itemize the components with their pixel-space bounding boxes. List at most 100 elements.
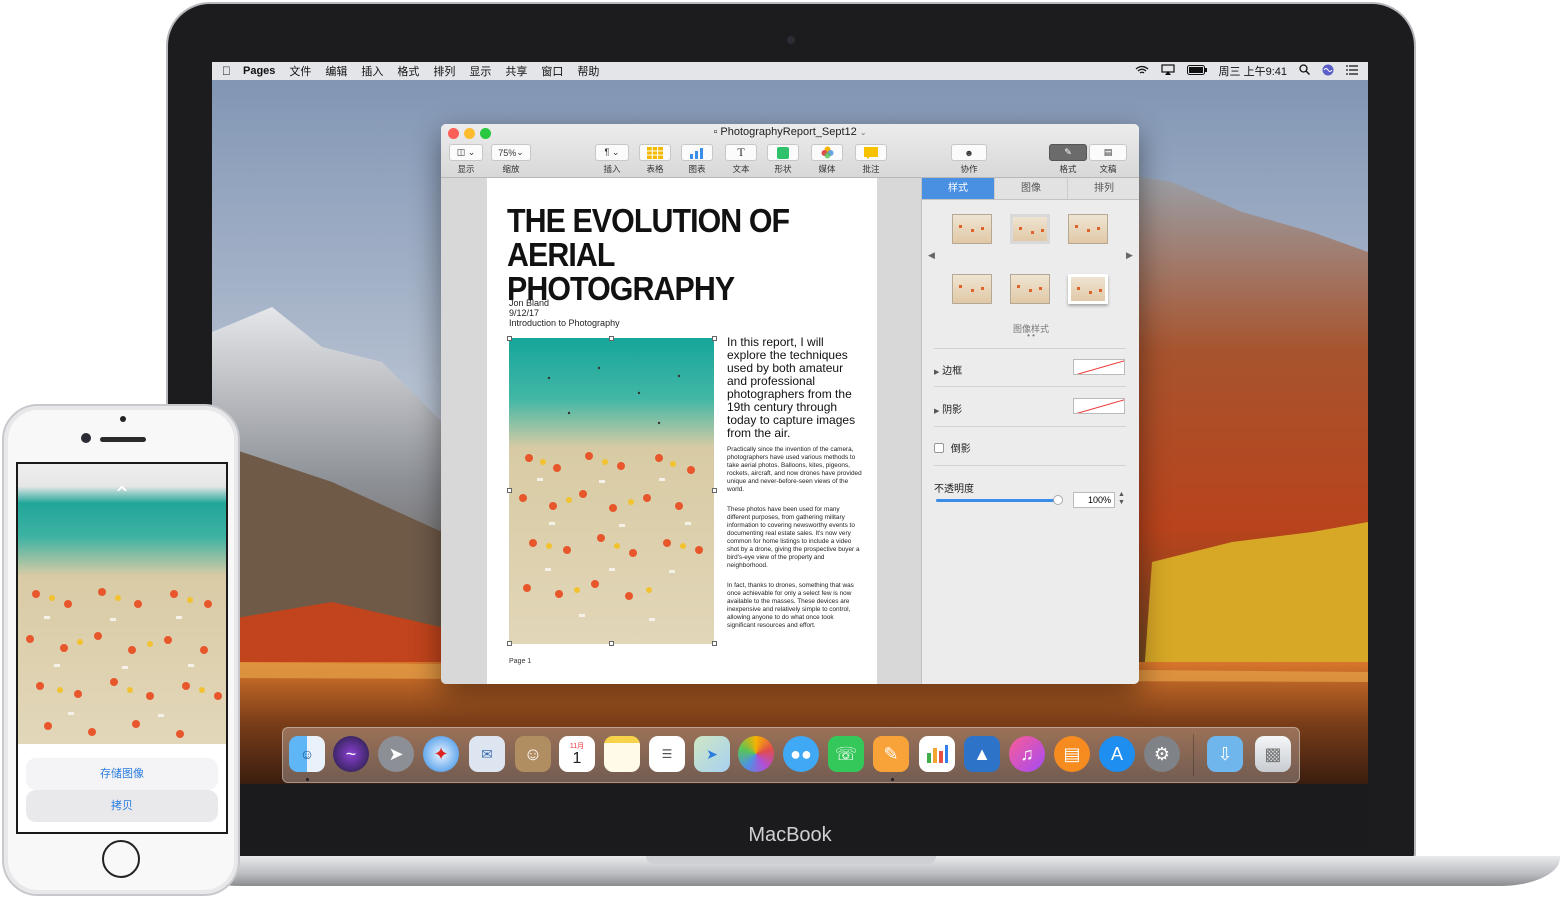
opacity-field[interactable]: 100% [1073,492,1115,508]
tab-arrange[interactable]: 排列 [1068,178,1139,199]
photos-icon[interactable] [738,736,774,772]
document-canvas[interactable]: THE EVOLUTION OF AERIAL PHOTOGRAPHY Jon … [441,178,921,684]
format-button[interactable]: ✎ 格式 [1049,144,1087,175]
selection-handle[interactable] [712,488,717,493]
intro-paragraph[interactable]: In this report, I will explore the techn… [727,336,862,440]
menu-edit[interactable]: 编辑 [325,63,347,79]
document-button[interactable]: ▤ 文稿 [1089,144,1127,175]
tab-style[interactable]: 样式 [922,178,995,199]
border-swatch[interactable] [1073,359,1125,375]
messages-icon[interactable]: ●● [783,736,819,772]
list-icon[interactable] [1346,64,1358,78]
apple-icon[interactable]:  [222,64,231,78]
chart-button[interactable]: 图表 [681,144,713,175]
image-style-thumb[interactable] [1010,274,1050,304]
facetime-icon[interactable]: ☏ [828,736,864,772]
siri-icon[interactable]: ~ [333,736,369,772]
dock: ☺ ~ ➤ ✦ ✉ ☺ 11月 1 ☰ ➤ ●● ☏ ✎ ▲ ♫ ▤ A ⚙ ⇩… [282,727,1300,783]
search-icon[interactable] [1299,64,1310,78]
chevron-down-icon[interactable]: ⌄ [860,128,867,137]
course[interactable]: Introduction to Photography [509,318,620,328]
safari-icon[interactable]: ✦ [423,736,459,772]
menu-app-name[interactable]: Pages [243,65,275,77]
selection-handle[interactable] [712,336,717,341]
chevron-left-icon[interactable]: ◀ [928,250,935,261]
menu-file[interactable]: 文件 [289,63,311,79]
zoom-button[interactable]: 75% ⌄ 缩放 [491,144,531,175]
stepper-icon[interactable]: ▲ ▼ [1118,491,1125,507]
chevron-right-icon[interactable]: ▶ [1126,250,1133,261]
aerial-beach-photo-preview[interactable]: ⌃ [18,464,226,744]
text-button[interactable]: T 文本 [725,144,757,175]
mail-icon[interactable]: ✉ [469,736,505,772]
numbers-icon[interactable] [919,736,955,772]
body-paragraph[interactable]: In fact, thanks to drones, something tha… [727,582,862,630]
menu-share[interactable]: 共享 [505,63,527,79]
shadow-swatch[interactable] [1073,398,1125,414]
chevron-up-icon[interactable]: ⌃ [104,482,140,508]
ibooks-icon[interactable]: ▤ [1054,736,1090,772]
menu-clock[interactable]: 周三 上午9:41 [1219,63,1287,79]
app-store-icon[interactable]: A [1099,736,1135,772]
trash-icon[interactable]: ▩ [1255,736,1291,772]
selection-handle[interactable] [609,336,614,341]
selection-handle[interactable] [712,641,717,646]
image-style-thumb[interactable] [1068,274,1108,304]
image-style-thumb[interactable] [1068,214,1108,244]
body-paragraph[interactable]: Practically since the invention of the c… [727,446,862,494]
menu-window[interactable]: 窗口 [541,63,563,79]
selection-handle[interactable] [507,336,512,341]
contacts-icon[interactable]: ☺ [515,736,551,772]
menu-view[interactable]: 显示 [469,63,491,79]
battery-icon[interactable] [1186,64,1207,78]
document-page[interactable]: THE EVOLUTION OF AERIAL PHOTOGRAPHY Jon … [487,178,877,684]
comment-button[interactable]: 批注 [855,144,887,175]
opacity-slider[interactable] [936,495,1063,505]
opacity-slider-knob[interactable] [1053,495,1063,505]
page-dots[interactable]: • • [922,331,1139,340]
home-button[interactable] [102,840,140,878]
system-preferences-icon[interactable]: ⚙ [1144,736,1180,772]
copy-button[interactable]: 拷贝 [26,790,218,822]
body-paragraph[interactable]: These photos have been used for many dif… [727,506,862,570]
menu-arrange[interactable]: 排列 [433,63,455,79]
image-style-thumb[interactable] [1010,214,1050,244]
image-style-thumb[interactable] [952,214,992,244]
text-icon: T [725,144,757,161]
reflection-checkbox[interactable] [934,443,944,453]
author[interactable]: Jon Bland [509,298,549,308]
itunes-icon[interactable]: ♫ [1009,736,1045,772]
keynote-icon[interactable]: ▲ [964,736,1000,772]
downloads-icon[interactable]: ⇩ [1207,736,1243,772]
menu-insert[interactable]: 插入 [361,63,383,79]
airplay-icon[interactable] [1160,64,1175,78]
shape-button[interactable]: 形状 [767,144,799,175]
siri-icon[interactable] [1322,64,1334,79]
menu-format[interactable]: 格式 [397,63,419,79]
selection-handle[interactable] [609,641,614,646]
border-row[interactable]: ▶ 边框 [934,362,962,377]
wifi-icon[interactable] [1135,65,1149,78]
reminders-icon[interactable]: ☰ [649,736,685,772]
shadow-row[interactable]: ▶ 阴影 [934,401,962,416]
calendar-icon[interactable]: 11月 1 [559,736,595,772]
media-button[interactable]: 媒体 [811,144,843,175]
view-button[interactable]: ◫ ⌄ 显示 [449,144,483,175]
notes-icon[interactable] [604,736,640,772]
maps-icon[interactable]: ➤ [694,736,730,772]
table-button[interactable]: 表格 [639,144,671,175]
pages-icon[interactable]: ✎ [873,736,909,772]
finder-icon[interactable]: ☺ [289,736,325,772]
insert-button[interactable]: ¶ ⌄ 插入 [595,144,629,175]
save-image-button[interactable]: 存储图像 [26,758,218,790]
aerial-beach-photo[interactable] [509,338,714,644]
image-style-thumb[interactable] [952,274,992,304]
selection-handle[interactable] [507,641,512,646]
menu-help[interactable]: 帮助 [577,63,599,79]
tab-image[interactable]: 图像 [995,178,1068,199]
collaborate-button[interactable]: ☻ 协作 [951,144,987,175]
selection-handle[interactable] [507,488,512,493]
date[interactable]: 9/12/17 [509,308,539,318]
document-title[interactable]: THE EVOLUTION OF AERIAL PHOTOGRAPHY [507,204,838,306]
launchpad-icon[interactable]: ➤ [378,736,414,772]
